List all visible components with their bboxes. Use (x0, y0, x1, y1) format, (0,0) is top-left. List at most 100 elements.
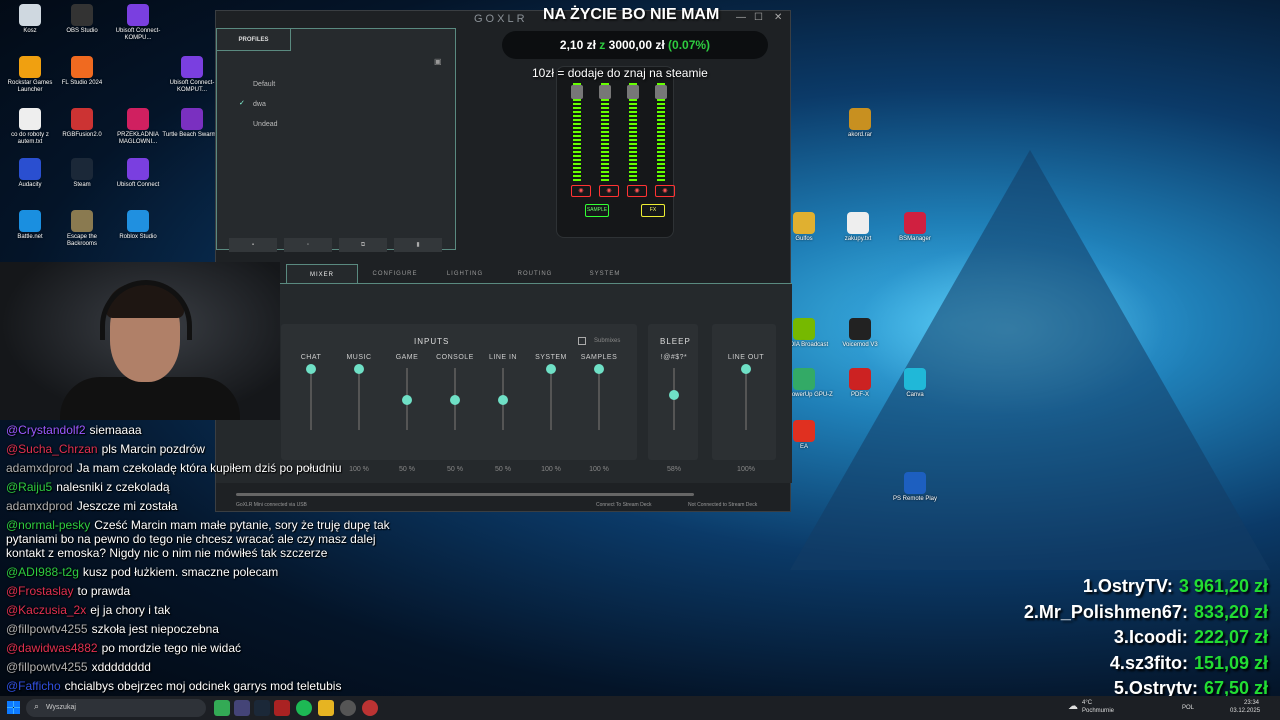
steam-icon[interactable] (254, 700, 270, 716)
chat-text: szkoła jest niepoczebna (91, 622, 219, 636)
volume-slider-knob[interactable] (594, 364, 604, 374)
desktop-icon[interactable]: PDF-X (830, 368, 890, 399)
chat-message: @dawidwas4882 po mordzie tego nie widać (6, 641, 241, 655)
desktop-icon[interactable]: akord.rar (830, 108, 890, 139)
tab-mixer[interactable]: MIXER (286, 264, 358, 284)
volume-slider[interactable] (310, 368, 312, 430)
volume-slider[interactable] (550, 368, 552, 430)
desktop-icon[interactable]: zakupy.txt (828, 212, 888, 243)
desktop-icon[interactable]: RGBFusion2.0 (52, 108, 112, 139)
tab-system[interactable]: SYSTEM (570, 264, 640, 284)
minimize-icon[interactable]: — (736, 12, 746, 23)
app-icon (793, 420, 815, 442)
volume-slider-knob[interactable] (306, 364, 316, 374)
desktop-icon[interactable]: co do roboty z autem.txt (0, 108, 60, 145)
desktop-icon-label: RGBFusion2.0 (62, 132, 102, 138)
volume-slider[interactable] (358, 368, 360, 430)
channel-percent: 100% (737, 466, 755, 473)
fader-knob[interactable] (655, 85, 667, 99)
volume-slider[interactable] (745, 368, 747, 430)
desktop-icon[interactable]: Escape the Backrooms (52, 210, 112, 247)
leaderboard-value: 222,07 zł (1193, 627, 1268, 647)
tab-lighting[interactable]: LIGHTING (430, 264, 500, 284)
profile-item-default[interactable]: Default (253, 81, 275, 88)
desktop-icon-label: Ubisoft Connect-KOMPU... (115, 28, 161, 41)
desktop-icon[interactable]: PRZEKŁADNIA MAGLOWNI... (108, 108, 168, 145)
obs-icon[interactable] (340, 700, 356, 716)
taskbar-app-icon[interactable] (214, 700, 230, 716)
volume-slider-knob[interactable] (741, 364, 751, 374)
submixes-checkbox[interactable] (578, 337, 586, 345)
search-input[interactable]: Wyszukaj (26, 699, 206, 717)
desktop-icon[interactable]: Rockstar Games Launcher (0, 56, 60, 93)
goxlr-device-preview: ◉ ◉ ◉ ◉ SAMPLE FX (556, 66, 675, 238)
copy-profile-button[interactable]: ⧉ (339, 238, 387, 252)
fx-button[interactable]: FX (641, 204, 665, 217)
weather-icon[interactable]: ☁ (1068, 701, 1078, 712)
desktop-icon-label: PRZEKŁADNIA MAGLOWNI... (117, 132, 159, 145)
horizontal-scrollbar[interactable] (236, 493, 694, 496)
desktop-icon[interactable]: Canva (885, 368, 945, 399)
desktop-icon[interactable]: Ubisoft Connect-KOMPU... (108, 4, 168, 41)
desktop-icon[interactable]: Battle.net (0, 210, 60, 241)
folder-icon[interactable] (318, 700, 334, 716)
fader-knob[interactable] (627, 85, 639, 99)
chat-text: to prawda (77, 584, 131, 598)
weather-temp: 4°C (1082, 700, 1093, 706)
desktop-icon[interactable]: Voicemod V3 (830, 318, 890, 349)
taskbar-app-icon[interactable] (274, 700, 290, 716)
clock-date[interactable]: 03.12.2025 (1230, 708, 1260, 714)
taskbar-app-icon[interactable] (362, 700, 378, 716)
volume-slider-knob[interactable] (450, 395, 460, 405)
desktop-icon[interactable]: OBS Studio (52, 4, 112, 35)
tab-configure[interactable]: CONFIGURE (360, 264, 430, 284)
volume-slider-knob[interactable] (546, 364, 556, 374)
spotify-icon[interactable] (296, 700, 312, 716)
desktop-icon[interactable]: Ubisoft Connect-KOMPUT... (162, 56, 222, 93)
chat-username: @Sucha_Chrzan (6, 442, 98, 456)
taskbar-app-icon[interactable] (234, 700, 250, 716)
desktop-icon[interactable]: Turtle Beach Swarm II (162, 108, 222, 139)
windows-start-icon[interactable] (7, 701, 20, 714)
clock-time[interactable]: 23:34 (1244, 700, 1259, 706)
volume-slider-knob[interactable] (498, 395, 508, 405)
volume-slider-knob[interactable] (402, 395, 412, 405)
goxlr-window[interactable]: GOXLR — ☐ ✕ PROFILES ▣ Default ✓ dwa Und… (215, 10, 792, 513)
new-profile-button[interactable]: ▫ (284, 238, 332, 252)
profile-item-dwa[interactable]: dwa (253, 101, 266, 108)
desktop-icon[interactable]: PS Remote Play (885, 472, 945, 503)
volume-slider-knob[interactable] (354, 364, 364, 374)
desktop-icon[interactable]: FL Studio 2024 (52, 56, 112, 87)
donation-percent: (0.07%) (668, 38, 711, 52)
profiles-tab[interactable]: PROFILES (217, 29, 291, 51)
desktop-icon[interactable]: BSManager (885, 212, 945, 243)
sample-button[interactable]: SAMPLE (585, 204, 609, 217)
folder-icon[interactable]: ▣ (434, 57, 442, 66)
donation-goal: 2,10 zł z 3000,00 zł (0.07%) (502, 31, 768, 59)
delete-profile-button[interactable]: ▮ (394, 238, 442, 252)
chat-username: @Frostaslay (6, 584, 74, 598)
fader-knob[interactable] (599, 85, 611, 99)
channel-percent: 100 % (589, 466, 609, 473)
desktop-icon[interactable]: Audacity (0, 158, 60, 189)
volume-slider[interactable] (598, 368, 600, 430)
maximize-icon[interactable]: ☐ (754, 12, 763, 23)
channel-label: MUSIC (346, 354, 372, 361)
desktop-icon[interactable]: Kosz (0, 4, 60, 35)
close-icon[interactable]: ✕ (774, 12, 782, 23)
mute-button[interactable]: ◉ (655, 185, 675, 197)
desktop-icon[interactable]: Roblox Studio (108, 210, 168, 241)
volume-slider-knob[interactable] (669, 390, 679, 401)
mute-button[interactable]: ◉ (627, 185, 647, 197)
leaderboard-rank: 5. (1113, 678, 1129, 698)
desktop-icon[interactable]: Steam (52, 158, 112, 189)
fader-knob[interactable] (571, 85, 583, 99)
streamdeck-connect-link[interactable]: Connect To Stream Deck (596, 497, 652, 513)
mute-button[interactable]: ◉ (599, 185, 619, 197)
tray-lang[interactable]: POL (1182, 705, 1194, 711)
tab-routing[interactable]: ROUTING (500, 264, 570, 284)
desktop-icon[interactable]: Ubisoft Connect (108, 158, 168, 189)
save-profile-button[interactable]: ▪ (229, 238, 277, 252)
profile-item-undead[interactable]: Undead (253, 121, 278, 128)
mute-button[interactable]: ◉ (571, 185, 591, 197)
